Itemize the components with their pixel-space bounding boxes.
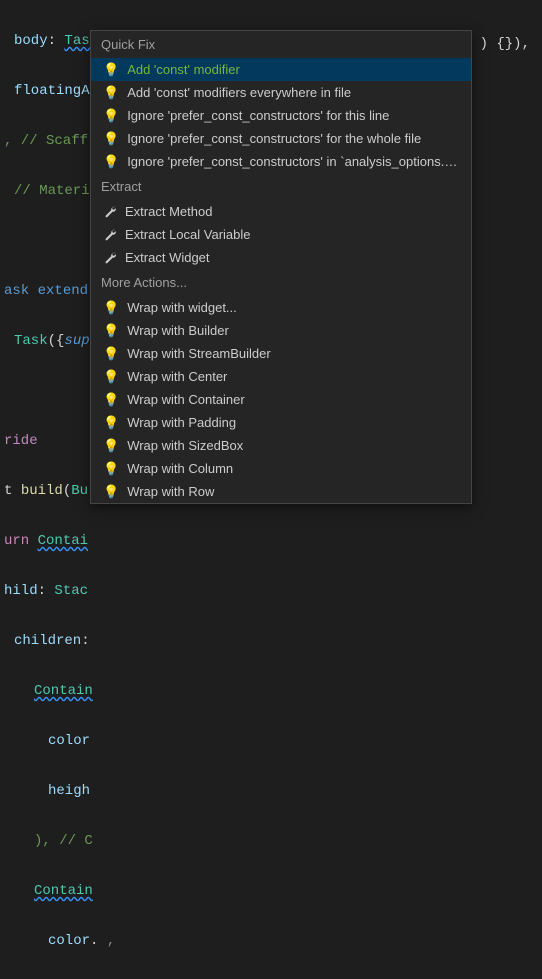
popup-item-label: Ignore 'prefer_const_constructors' for t… xyxy=(127,131,461,146)
popup-item-label: Wrap with widget... xyxy=(127,300,461,315)
code-token: Stac xyxy=(54,583,88,599)
lightbulb-icon: 💡 xyxy=(103,462,119,475)
code-token: Contain xyxy=(34,883,93,899)
popup-item-label: Ignore 'prefer_const_constructors' in `a… xyxy=(127,154,461,169)
wrap-with-container[interactable]: 💡 Wrap with Container xyxy=(91,388,471,411)
popup-item-label: Add 'const' modifiers everywhere in file xyxy=(127,85,461,100)
lightbulb-icon: 💡 xyxy=(103,155,119,168)
popup-section-header-extract: Extract xyxy=(91,173,471,200)
lightbulb-icon: 💡 xyxy=(103,485,119,498)
wrap-with-column[interactable]: 💡 Wrap with Column xyxy=(91,457,471,480)
code-token: sup xyxy=(64,333,89,349)
code-comment: ), // C xyxy=(34,833,93,849)
code-token: Task xyxy=(14,333,48,349)
lightbulb-icon: 💡 xyxy=(103,370,119,383)
extract-widget[interactable]: Extract Widget xyxy=(91,246,471,269)
wrap-with-row[interactable]: 💡 Wrap with Row xyxy=(91,480,471,503)
popup-item-label: Wrap with Center xyxy=(127,369,461,384)
extract-method[interactable]: Extract Method xyxy=(91,200,471,223)
quick-fix-popup: Quick Fix 💡 Add 'const' modifier 💡 Add '… xyxy=(90,30,472,504)
wrap-with-widget[interactable]: 💡 Wrap with widget... xyxy=(91,296,471,319)
code-token: urn xyxy=(4,533,38,549)
wrap-with-padding[interactable]: 💡 Wrap with Padding xyxy=(91,411,471,434)
quickfix-ignore-file[interactable]: 💡 Ignore 'prefer_const_constructors' for… xyxy=(91,127,471,150)
popup-item-label: Wrap with Builder xyxy=(127,323,461,338)
popup-item-label: Extract Method xyxy=(125,204,461,219)
lightbulb-icon: 💡 xyxy=(103,132,119,145)
code-token: ride xyxy=(4,433,38,449)
lightbulb-icon: 💡 xyxy=(103,301,119,314)
wrap-with-builder[interactable]: 💡 Wrap with Builder xyxy=(91,319,471,342)
wrench-icon xyxy=(103,205,117,219)
wrap-with-streambuilder[interactable]: 💡 Wrap with StreamBuilder xyxy=(91,342,471,365)
code-token: children xyxy=(14,633,81,649)
popup-section-header-quickfix: Quick Fix xyxy=(91,31,471,58)
code-token: floatingA xyxy=(14,83,90,99)
lightbulb-icon: 💡 xyxy=(103,109,119,122)
code-comment: // Materia xyxy=(14,183,98,199)
wrap-with-center[interactable]: 💡 Wrap with Center xyxy=(91,365,471,388)
code-token: ask xyxy=(4,283,29,299)
wrap-with-sizedbox[interactable]: 💡 Wrap with SizedBox xyxy=(91,434,471,457)
popup-item-label: Wrap with Row xyxy=(127,484,461,499)
wrench-icon xyxy=(103,251,117,265)
code-tail: ) {}), xyxy=(480,36,530,52)
code-token: Contai xyxy=(38,533,88,549)
wrench-icon xyxy=(103,228,117,242)
code-token: extend xyxy=(38,283,88,299)
code-token: heigh xyxy=(48,783,90,799)
lightbulb-icon: 💡 xyxy=(103,63,119,76)
popup-item-label: Add 'const' modifier xyxy=(127,62,461,77)
lightbulb-icon: 💡 xyxy=(103,393,119,406)
code-token: hild xyxy=(4,583,38,599)
quickfix-add-const-modifier[interactable]: 💡 Add 'const' modifier xyxy=(91,58,471,81)
code-token: body xyxy=(14,33,48,49)
popup-item-label: Wrap with Padding xyxy=(127,415,461,430)
extract-local-variable[interactable]: Extract Local Variable xyxy=(91,223,471,246)
popup-section-header-more: More Actions... xyxy=(91,269,471,296)
popup-item-label: Wrap with Column xyxy=(127,461,461,476)
code-comment: , // Scaff xyxy=(4,133,88,149)
quickfix-ignore-line[interactable]: 💡 Ignore 'prefer_const_constructors' for… xyxy=(91,104,471,127)
lightbulb-icon: 💡 xyxy=(103,324,119,337)
code-token: color xyxy=(48,733,90,749)
popup-item-label: Wrap with StreamBuilder xyxy=(127,346,461,361)
quickfix-add-const-everywhere[interactable]: 💡 Add 'const' modifiers everywhere in fi… xyxy=(91,81,471,104)
lightbulb-icon: 💡 xyxy=(103,347,119,360)
lightbulb-icon: 💡 xyxy=(103,416,119,429)
popup-item-label: Wrap with SizedBox xyxy=(127,438,461,453)
lightbulb-icon: 💡 xyxy=(103,86,119,99)
lightbulb-icon: 💡 xyxy=(103,439,119,452)
code-token: build xyxy=(21,483,63,499)
code-token: Bu xyxy=(71,483,88,499)
popup-item-label: Extract Local Variable xyxy=(125,227,461,242)
code-token: color xyxy=(48,933,90,949)
popup-item-label: Ignore 'prefer_const_constructors' for t… xyxy=(127,108,461,123)
code-token: Contain xyxy=(34,683,93,699)
popup-item-label: Wrap with Container xyxy=(127,392,461,407)
quickfix-ignore-analysis-options[interactable]: 💡 Ignore 'prefer_const_constructors' in … xyxy=(91,150,471,173)
popup-item-label: Extract Widget xyxy=(125,250,461,265)
